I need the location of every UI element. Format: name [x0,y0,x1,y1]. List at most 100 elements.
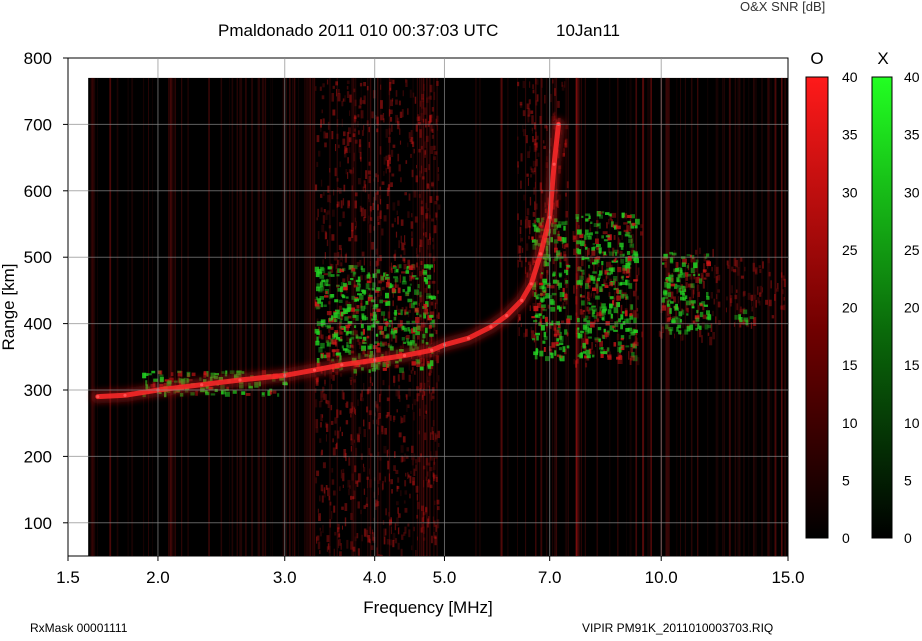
o-noise-cell [360,397,364,402]
x-echo-cell [676,326,679,332]
o-noise-cell [349,408,353,414]
o-noise-cell [327,400,330,408]
o-noise-cell [425,458,429,466]
o-noise-cell [546,156,548,161]
o-noise-cell [736,303,739,311]
x-echo-cell [579,275,584,281]
o-noise-cell [573,359,576,365]
o-noise-cell [404,235,406,243]
x-echo-cell [424,327,428,334]
o-noise-cell [753,294,757,300]
x-echo-cell [603,251,607,256]
o-noise-cell [519,316,521,320]
o-echo-cell [604,271,608,275]
o-noise-cell [637,295,639,300]
o-echo-cell [703,269,707,273]
o-noise-cell [332,438,334,443]
o-noise-cell [324,252,326,259]
o-noise-cell [534,201,536,211]
o-noise-cell [562,153,565,157]
x-echo-cell [350,278,354,281]
o-noise-cell [350,541,353,550]
o-echo-cell [622,267,626,274]
o-noise-cell [438,375,440,382]
o-noise-cell [410,153,412,158]
o-noise-cell [363,95,366,105]
o-noise-cell [522,110,526,117]
o-echo-cell [624,310,628,317]
o-echo-cell [272,390,277,394]
o-noise-cell [360,275,363,281]
o-noise-cell [388,109,391,117]
o-noise-cell [389,266,393,270]
o-noise-cell [424,232,427,238]
o-noise-cell [526,243,529,251]
o-noise-cell [420,200,424,205]
o-echo-cell [394,364,399,369]
o-noise-cell [559,297,562,302]
o-echo-cell [587,298,591,302]
o-noise-cell [397,477,400,483]
o-echo-cell [705,272,710,277]
o-noise-cell [437,312,440,319]
o-noise-cell [328,301,331,305]
o-noise-cell [436,355,440,364]
o-noise-cell [710,292,713,299]
o-noise-cell [697,291,700,297]
o-noise-cell [332,374,335,381]
x-echo-cell [543,336,548,340]
o-echo-cell [617,266,622,273]
o-noise-cell [677,296,680,304]
o-noise-cell [397,216,399,225]
o-noise-cell [317,508,319,513]
o-noise-cell [414,370,416,375]
o-echo-cell [594,338,598,343]
o-noise-cell [353,379,356,383]
x-echo-cell [601,235,604,239]
o-noise-cell [712,248,714,258]
o-echo-cell [616,295,621,301]
x-echo-cell [210,393,216,396]
o-noise-cell [591,342,594,350]
x-echo-cell [557,279,560,286]
o-noise-cell [621,235,623,240]
o-noise-cell [393,375,396,383]
o-noise-cell [406,404,408,412]
x-echo-cell [611,267,616,272]
o-echo-cell [602,231,608,235]
o-noise-cell [375,401,377,408]
x-echo-cell [359,294,364,300]
x-echo-cell [533,292,537,297]
o-noise-cell [359,82,363,87]
x-echo-cell [681,262,686,267]
o-echo-cell [618,354,623,360]
o-noise-cell [593,292,596,299]
o-noise-cell [519,226,522,235]
colorbar-o-tick-label: 35 [842,127,858,143]
o-noise-cell [565,124,569,130]
x-echo-cell [619,345,623,349]
x-echo-cell [670,319,676,323]
x-echo-cell [533,351,539,356]
x-echo-cell [679,285,684,290]
o-noise-cell [616,333,620,340]
o-noise-cell [424,149,427,155]
o-echo-cell [334,330,339,334]
x-echo-cell [584,234,587,240]
x-echo-cell [632,329,637,333]
o-noise-cell [326,239,329,247]
o-noise-cell [410,221,414,229]
o-noise-cell [407,108,409,115]
x-echo-cell [628,238,633,243]
o-noise-cell [404,490,408,495]
o-echo-cell [630,355,635,361]
x-echo-cell [315,296,318,301]
o-noise-cell [535,203,538,210]
o-noise-cell [718,320,721,325]
o-noise-cell [367,194,370,200]
colorbar-x: X 0 5 10 15 20 25 30 35 40 [871,49,920,546]
x-echo-cell [327,266,331,270]
o-noise-cell [320,391,324,398]
o-echo-cell [597,211,603,215]
o-noise-cell [681,320,684,329]
